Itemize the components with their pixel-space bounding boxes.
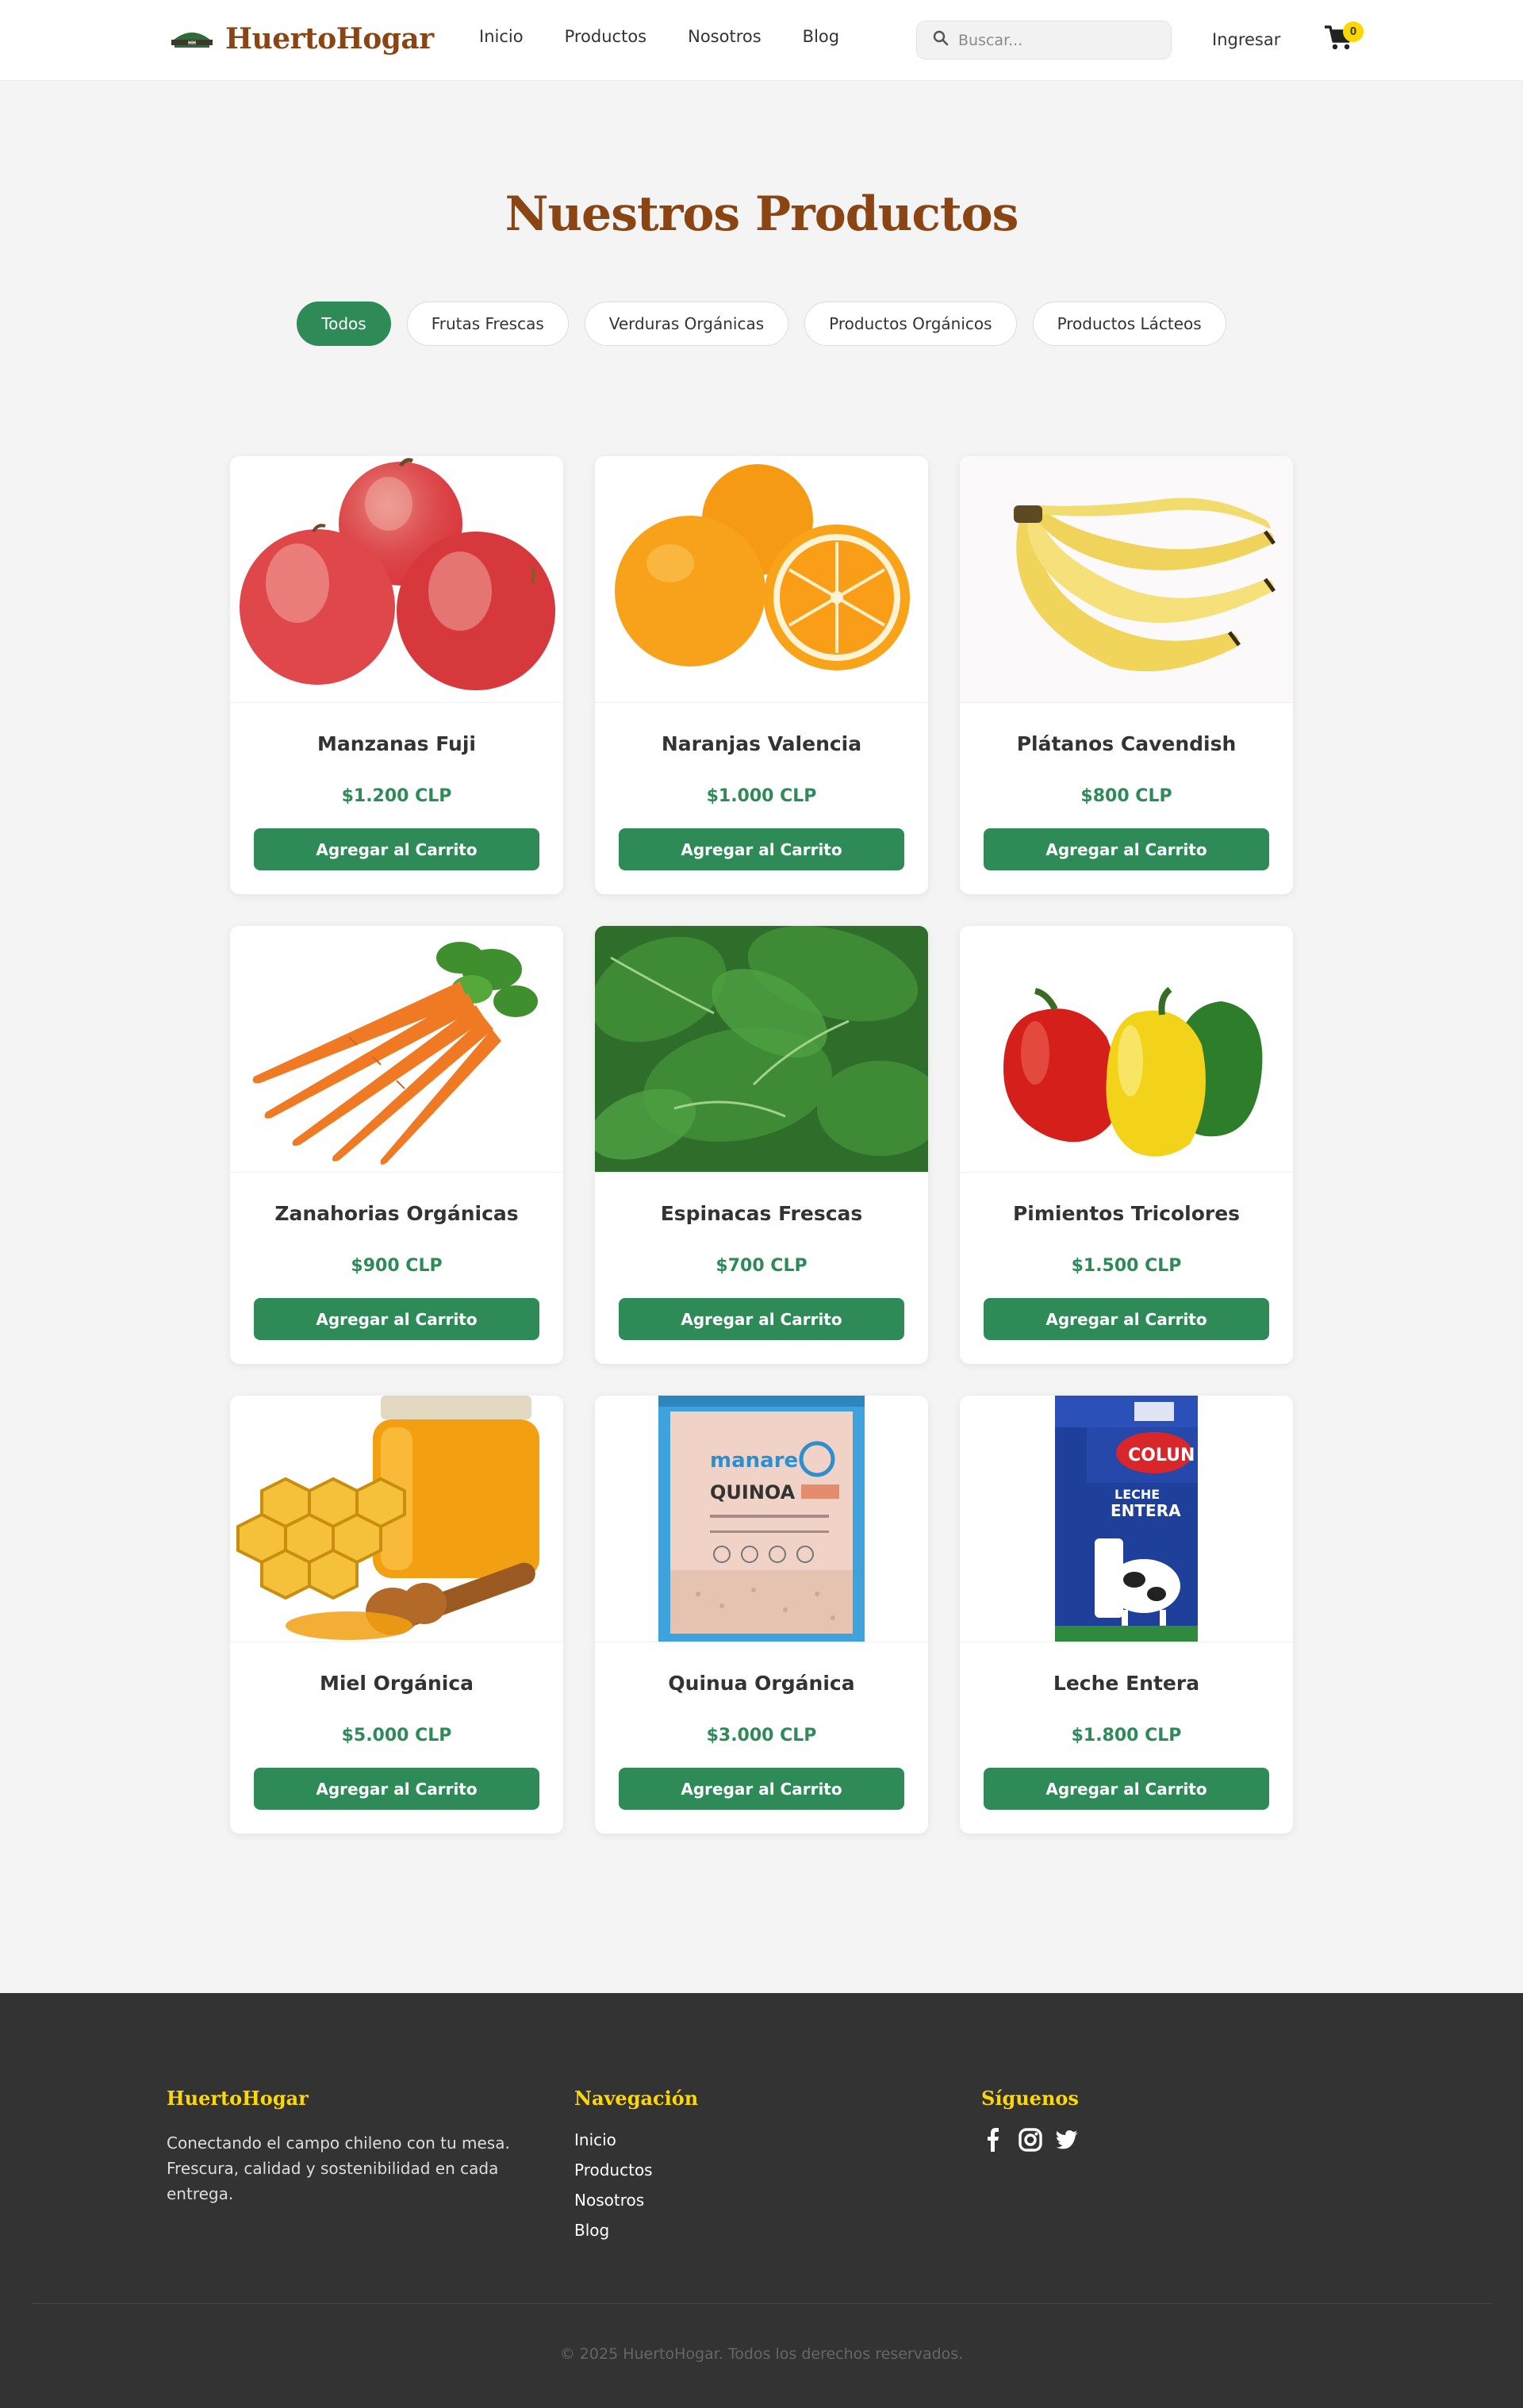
product-price: $800 CLP: [1080, 786, 1172, 806]
product-name: Leche Entera: [1053, 1672, 1200, 1695]
twitter-icon[interactable]: [1054, 2127, 1080, 2153]
footer-social-title: Síguenos: [981, 2087, 1079, 2110]
product-card: manare QUINOA Quinua Orgánica $3.000 CLP…: [595, 1396, 928, 1834]
add-to-cart-button[interactable]: Agregar al Carrito: [619, 1298, 904, 1340]
nav-blog[interactable]: Blog: [803, 27, 839, 46]
svg-text:HH: HH: [188, 40, 196, 46]
svg-text:ENTERA: ENTERA: [1111, 1501, 1181, 1520]
product-card: Manzanas Fuji $1.200 CLP Agregar al Carr…: [230, 456, 563, 894]
category-filters: Todos Frutas Frescas Verduras Orgánicas …: [0, 301, 1523, 346]
search-input[interactable]: [957, 30, 1155, 50]
search-icon: [933, 30, 949, 50]
brand-name: HuertoHogar: [225, 22, 434, 56]
logo-icon: HH: [168, 23, 216, 55]
add-to-cart-button[interactable]: Agregar al Carrito: [984, 1768, 1269, 1810]
filter-verduras-organicas[interactable]: Verduras Orgánicas: [584, 301, 789, 346]
add-to-cart-button[interactable]: Agregar al Carrito: [984, 1298, 1269, 1340]
footer-brand: HuertoHogar: [167, 2087, 309, 2110]
product-name: Naranjas Valencia: [661, 732, 862, 755]
nav-nosotros[interactable]: Nosotros: [688, 27, 762, 46]
site-footer: HuertoHogar Conectando el campo chileno …: [0, 1993, 1523, 2408]
product-name: Zanahorias Orgánicas: [274, 1202, 519, 1225]
svg-text:LECHE: LECHE: [1114, 1487, 1160, 1502]
product-card: Plátanos Cavendish $800 CLP Agregar al C…: [960, 456, 1293, 894]
product-price: $1.200 CLP: [341, 786, 452, 806]
product-grid: Manzanas Fuji $1.200 CLP Agregar al Carr…: [230, 456, 1293, 1834]
svg-text:QUINOA: QUINOA: [710, 1481, 796, 1504]
product-name: Quinua Orgánica: [668, 1672, 855, 1695]
cart-icon: [1323, 25, 1355, 56]
logo-link[interactable]: HH HuertoHogar: [168, 22, 434, 56]
main-nav: Inicio Productos Nosotros Blog: [479, 27, 880, 46]
filter-productos-lacteos[interactable]: Productos Lácteos: [1032, 301, 1226, 346]
product-name: Manzanas Fuji: [317, 732, 476, 755]
product-card: Zanahorias Orgánicas $900 CLP Agregar al…: [230, 926, 563, 1364]
product-price: $1.500 CLP: [1071, 1256, 1182, 1276]
filter-todos[interactable]: Todos: [297, 301, 391, 346]
search-box: [916, 21, 1172, 60]
instagram-icon[interactable]: [1018, 2127, 1043, 2153]
facebook-icon[interactable]: [981, 2127, 1007, 2153]
product-name: Espinacas Frescas: [660, 1202, 863, 1225]
product-price: $1.000 CLP: [706, 786, 817, 806]
footer-link-nosotros[interactable]: Nosotros: [574, 2191, 698, 2210]
nav-productos[interactable]: Productos: [565, 27, 647, 46]
add-to-cart-button[interactable]: Agregar al Carrito: [619, 1768, 904, 1810]
product-price: $3.000 CLP: [706, 1726, 817, 1746]
add-to-cart-button[interactable]: Agregar al Carrito: [619, 828, 904, 870]
footer-nav-title: Navegación: [574, 2087, 699, 2110]
footer-link-inicio[interactable]: Inicio: [574, 2130, 698, 2149]
add-to-cart-button[interactable]: Agregar al Carrito: [254, 828, 539, 870]
footer-divider: [32, 2303, 1491, 2304]
product-price: $5.000 CLP: [341, 1726, 452, 1746]
copyright-text: © 2025 HuertoHogar. Todos los derechos r…: [559, 2345, 964, 2363]
footer-link-blog[interactable]: Blog: [574, 2221, 698, 2240]
honey-image[interactable]: [230, 1396, 563, 1642]
apples-image[interactable]: [230, 456, 563, 703]
cart-count-badge: 0: [1343, 21, 1364, 42]
footer-link-productos[interactable]: Productos: [574, 2160, 698, 2179]
add-to-cart-button[interactable]: Agregar al Carrito: [984, 828, 1269, 870]
filter-frutas-frescas[interactable]: Frutas Frescas: [406, 301, 569, 346]
product-price: $900 CLP: [351, 1256, 443, 1276]
page-title: Nuestros Productos: [504, 186, 1019, 242]
filter-productos-organicos[interactable]: Productos Orgánicos: [804, 301, 1017, 346]
product-card: Pimientos Tricolores $1.500 CLP Agregar …: [960, 926, 1293, 1364]
product-price: $700 CLP: [715, 1256, 808, 1276]
product-name: Plátanos Cavendish: [1016, 732, 1237, 755]
social-links: [981, 2127, 1080, 2153]
product-card: Naranjas Valencia $1.000 CLP Agregar al …: [595, 456, 928, 894]
footer-description: Conectando el campo chileno con tu mesa.…: [167, 2133, 510, 2203]
footer-social: Síguenos: [981, 2087, 1080, 2153]
nav-inicio[interactable]: Inicio: [479, 27, 524, 46]
site-header: HH HuertoHogar Inicio Productos Nosotros…: [0, 0, 1523, 81]
quinoa-image[interactable]: manare QUINOA: [595, 1396, 928, 1642]
spinach-image[interactable]: [595, 926, 928, 1173]
carrots-image[interactable]: [230, 926, 563, 1173]
add-to-cart-button[interactable]: Agregar al Carrito: [254, 1768, 539, 1810]
bananas-image[interactable]: [960, 456, 1293, 703]
svg-text:manare: manare: [710, 1449, 798, 1473]
footer-about: HuertoHogar Conectando el campo chileno …: [167, 2087, 539, 2206]
login-link[interactable]: Ingresar: [1212, 30, 1280, 49]
peppers-image[interactable]: [960, 926, 1293, 1173]
svg-text:COLUN: COLUN: [1128, 1446, 1195, 1465]
product-name: Miel Orgánica: [319, 1672, 474, 1695]
footer-navigation: Navegación Inicio Productos Nosotros Blo…: [574, 2087, 698, 2251]
oranges-image[interactable]: [595, 456, 928, 703]
product-price: $1.800 CLP: [1071, 1726, 1182, 1746]
milk-image[interactable]: COLUN LECHE ENTERA: [960, 1396, 1293, 1642]
product-card: COLUN LECHE ENTERA Leche Entera $1.800 C…: [960, 1396, 1293, 1834]
add-to-cart-button[interactable]: Agregar al Carrito: [254, 1298, 539, 1340]
product-card: Miel Orgánica $5.000 CLP Agregar al Carr…: [230, 1396, 563, 1834]
product-name: Pimientos Tricolores: [1012, 1202, 1241, 1225]
product-card: Espinacas Frescas $700 CLP Agregar al Ca…: [595, 926, 928, 1364]
